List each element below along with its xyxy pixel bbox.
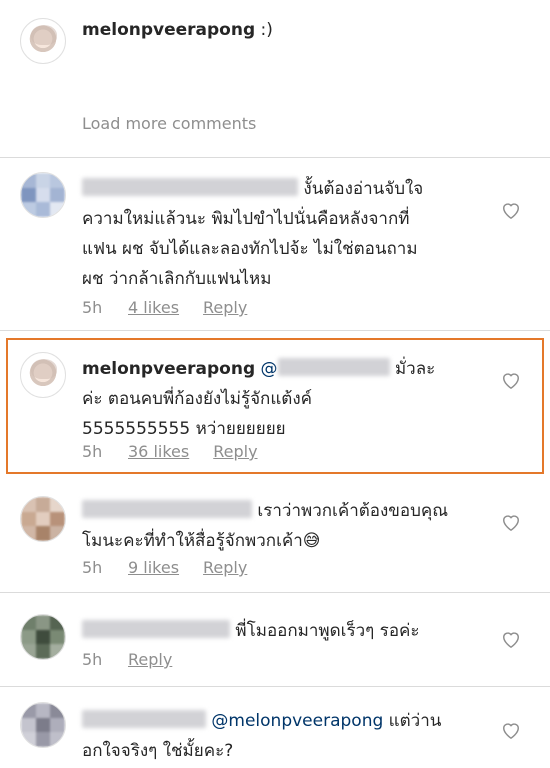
- caption-avatar[interactable]: [20, 18, 66, 64]
- comment-5-mention[interactable]: @melonpveerapong: [211, 711, 383, 731]
- comment-2-meta: 5h 36 likes Reply: [82, 442, 258, 461]
- heart-outline-icon[interactable]: [500, 512, 522, 532]
- comment-2-avatar[interactable]: [20, 352, 66, 398]
- comment-2-time: 5h: [82, 442, 103, 461]
- heart-outline-icon[interactable]: [500, 200, 522, 220]
- comment-5-username-redacted: [82, 710, 206, 728]
- comment-2-username[interactable]: melonpveerapong: [82, 359, 255, 379]
- comment-3-avatar[interactable]: [20, 496, 66, 542]
- comment-3-reply-button[interactable]: Reply: [203, 558, 247, 577]
- comment-4-avatar[interactable]: [20, 614, 66, 660]
- comment-1-meta: 5h 4 likes Reply: [82, 298, 247, 317]
- comment-2-mention-redacted: [277, 358, 390, 376]
- caption: melonpveerapong :): [82, 20, 273, 40]
- comment-1-time: 5h: [82, 298, 103, 317]
- comment-4-reply-button[interactable]: Reply: [128, 650, 172, 669]
- comment-3-username-redacted: [82, 500, 252, 518]
- divider: [0, 686, 550, 687]
- divider: [0, 330, 550, 331]
- comment-1-avatar[interactable]: [20, 172, 66, 218]
- load-more-comments-link[interactable]: Load more comments: [82, 114, 256, 133]
- heart-outline-icon[interactable]: [500, 629, 522, 649]
- comment-3-likes[interactable]: 9 likes: [128, 558, 179, 577]
- caption-username[interactable]: melonpveerapong: [82, 20, 255, 40]
- comment-5-text: @melonpveerapong แต่ว่าน อกใจจริงๆ ใช่มั…: [82, 710, 442, 761]
- comment-2-mention[interactable]: @: [261, 358, 390, 379]
- comment-4-meta: 5h Reply: [82, 650, 172, 669]
- caption-text: :): [260, 20, 273, 40]
- comment-2-text: melonpveerapong @ มั่วละ ค่ะ ตอนคบพี่ก้อ…: [82, 358, 436, 439]
- comment-2-likes[interactable]: 36 likes: [128, 442, 189, 461]
- heart-outline-icon[interactable]: [500, 720, 522, 740]
- comment-1-username-redacted: [82, 178, 298, 196]
- comment-5-avatar[interactable]: [20, 702, 66, 748]
- comment-3-time: 5h: [82, 558, 103, 577]
- comment-1-reply-button[interactable]: Reply: [203, 298, 247, 317]
- heart-outline-icon[interactable]: [500, 370, 522, 390]
- divider: [0, 157, 550, 158]
- divider: [0, 592, 550, 593]
- comment-3-text: เราว่าพวกเค้าต้องขอบคุณ โมนะคะที่ทำให้สื…: [82, 500, 449, 551]
- comment-4-time: 5h: [82, 650, 103, 669]
- comment-1-text: งั้นต้องอ่านจับใจ ความใหม่แล้วนะ พิมไปขำ…: [82, 178, 424, 289]
- comment-2-reply-button[interactable]: Reply: [213, 442, 257, 461]
- comment-1-likes[interactable]: 4 likes: [128, 298, 179, 317]
- comment-4-text: พี่โมออกมาพูดเร็วๆ รอค่ะ: [82, 616, 420, 646]
- comment-4-username-redacted: [82, 620, 230, 638]
- comment-3-meta: 5h 9 likes Reply: [82, 558, 247, 577]
